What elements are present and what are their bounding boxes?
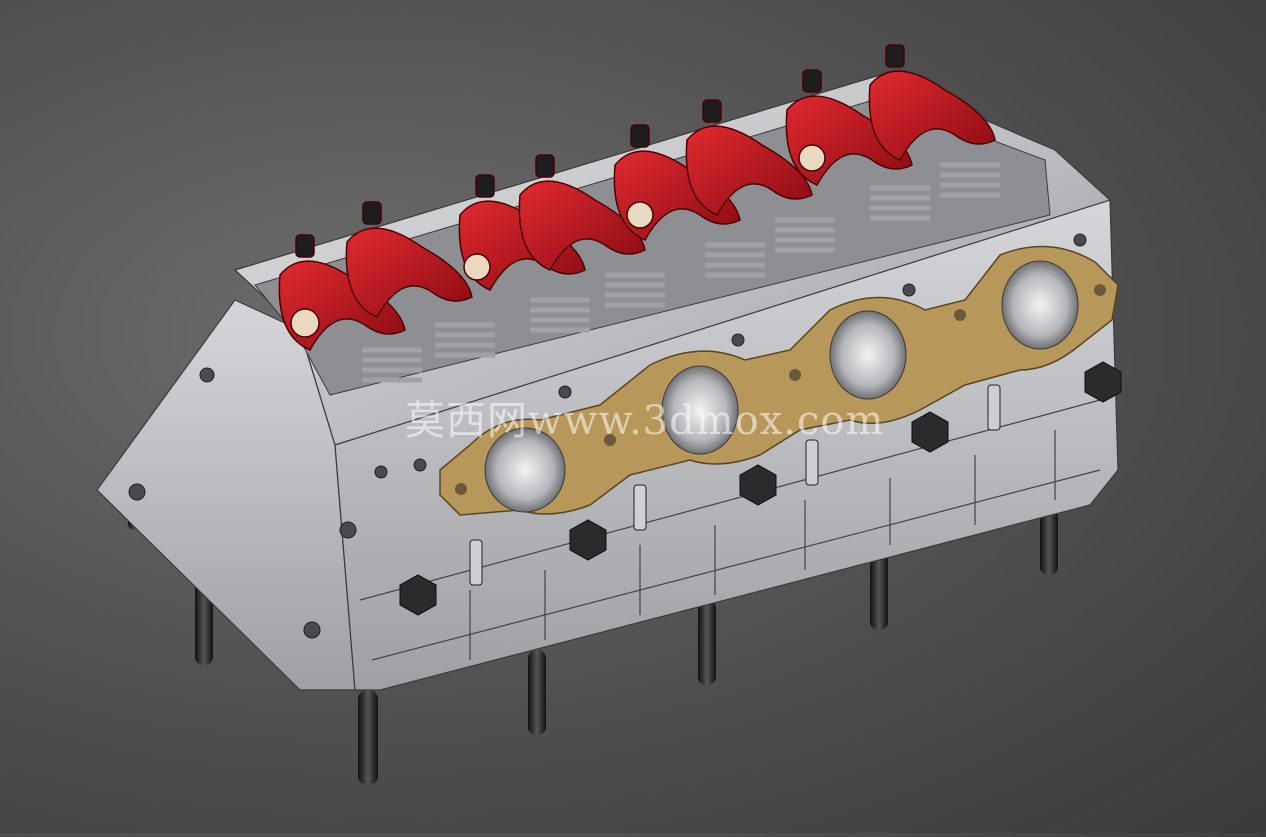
watermark-text: 莫西网www.3dmox.com [405, 398, 885, 444]
